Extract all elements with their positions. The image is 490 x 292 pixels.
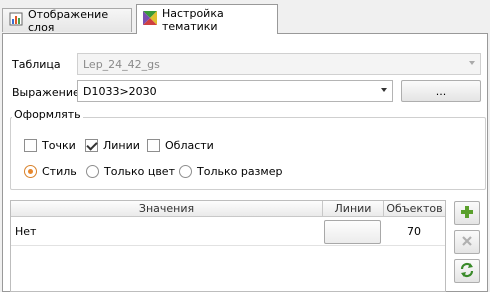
style-group — [10, 117, 486, 190]
chevron-down-icon — [469, 61, 475, 65]
plus-icon — [460, 205, 474, 222]
table-row-count: 70 — [383, 218, 445, 246]
radio-circle[interactable] — [86, 165, 99, 178]
delete-icon — [461, 235, 473, 250]
expression-value: D1033>2030 — [83, 84, 157, 98]
checkbox-box[interactable] — [85, 139, 98, 152]
tab-thematic-settings[interactable]: Настройка тематики — [136, 4, 278, 34]
refresh-icon — [459, 262, 475, 281]
chevron-down-icon[interactable] — [381, 88, 387, 92]
radio-label: Стиль — [42, 165, 77, 178]
column-header-count[interactable]: Объектов — [383, 201, 445, 217]
checkbox-points[interactable]: Точки — [24, 139, 76, 152]
radio-circle[interactable] — [24, 165, 37, 178]
delete-button[interactable] — [454, 230, 480, 254]
table-value: Lep_24_42_gs — [83, 57, 160, 71]
checkbox-box[interactable] — [24, 139, 37, 152]
checkbox-label: Точки — [42, 139, 76, 152]
tab-label: Отображение слоя — [28, 7, 109, 34]
expression-combo[interactable]: D1033>2030 — [77, 80, 393, 102]
column-header-lines[interactable]: Линии — [322, 201, 383, 217]
style-group-title: Оформлять — [12, 108, 83, 121]
expression-builder-button[interactable]: ... — [401, 80, 481, 102]
tab-bar: Отображение слоя Настройка тематики — [0, 0, 490, 34]
radio-label: Только размер — [197, 165, 283, 178]
tab-label: Настройка тематики — [162, 6, 224, 33]
table-select: Lep_24_42_gs — [77, 53, 481, 75]
checkbox-areas[interactable]: Области — [147, 139, 214, 152]
layer-display-icon — [9, 12, 23, 29]
column-header-values[interactable]: Значения — [11, 201, 322, 217]
line-style-swatch[interactable] — [324, 219, 381, 244]
radio-style[interactable]: Стиль — [24, 165, 77, 178]
table-label: Таблица — [12, 58, 61, 71]
radio-circle[interactable] — [179, 165, 192, 178]
table-row-value[interactable]: Нет — [11, 218, 322, 246]
checkbox-box[interactable] — [147, 139, 160, 152]
checkbox-label: Линии — [103, 139, 140, 152]
checkbox-label: Области — [165, 139, 214, 152]
values-table[interactable]: Значения Линии Объектов Нет 70 — [10, 200, 446, 292]
radio-color-only[interactable]: Только цвет — [86, 165, 175, 178]
tab-layer-display[interactable]: Отображение слоя — [2, 7, 132, 34]
radio-size-only[interactable]: Только размер — [179, 165, 282, 178]
radio-label: Только цвет — [104, 165, 175, 178]
thematic-icon — [143, 11, 157, 28]
refresh-button[interactable] — [454, 259, 480, 283]
checkbox-lines[interactable]: Линии — [85, 139, 140, 152]
table-row-style[interactable] — [322, 218, 383, 246]
add-button[interactable] — [454, 201, 480, 225]
expression-label: Выражение — [12, 86, 80, 99]
